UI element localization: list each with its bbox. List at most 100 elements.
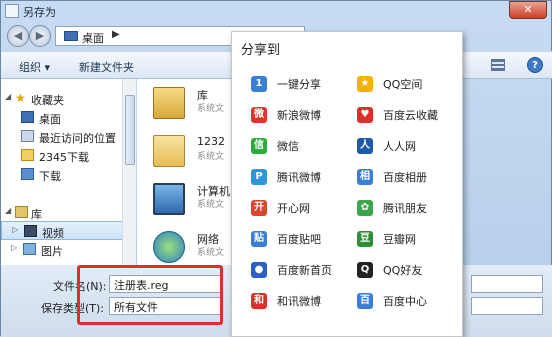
download-icon: [21, 168, 34, 180]
share-popup: 分享到 1 一键分享 ★ QQ空间微新浪微博 ♥ 百度云收藏信微信人人人网 P 腾讯微博相百度…: [231, 31, 463, 337]
douban-icon: 豆: [357, 231, 373, 247]
file-type-select-extension[interactable]: [471, 297, 543, 315]
desktop-icon: [21, 111, 34, 123]
qq-friend-icon: Q: [357, 262, 373, 278]
share-item-one-click-share[interactable]: 1 一键分享: [251, 74, 361, 96]
window-title: 另存为: [23, 6, 56, 19]
share-item-label: 百度云收藏: [383, 109, 438, 122]
star-icon: ★: [15, 91, 26, 105]
picture-icon: [23, 243, 36, 255]
share-item-hexun[interactable]: 和和讯微博: [251, 291, 361, 313]
title-bar: 另存为 ✕: [1, 1, 552, 23]
share-item-tencent-friend[interactable]: ✿ 腾讯朋友: [357, 198, 467, 220]
file-desc: 系统文: [197, 200, 225, 210]
sidebar-item-downloads[interactable]: 下载: [1, 165, 122, 184]
heart-icon: ♥: [357, 107, 373, 123]
sidebar-item-label: 2345下载: [39, 151, 89, 164]
share-item-label: 百度中心: [383, 295, 427, 308]
share-item-tencent-weibo[interactable]: P 腾讯微博: [251, 167, 361, 189]
share-item-label: 百度贴吧: [277, 233, 321, 246]
sidebar-item-desktop[interactable]: 桌面: [1, 108, 122, 127]
share-item-qzone[interactable]: ★ QQ空间: [357, 74, 467, 96]
share-item-label: QQ好友: [383, 264, 423, 277]
wechat-icon: 信: [251, 138, 267, 154]
share-item-label: 一键分享: [277, 78, 321, 91]
file-name: 1232: [197, 135, 225, 148]
video-icon: [24, 225, 37, 237]
desktop-icon: [64, 31, 78, 41]
highlight-box: [77, 265, 223, 325]
sidebar-item-favorites[interactable]: ◢ ★ 收藏夹: [1, 89, 122, 108]
kaixin-icon: 开: [251, 200, 267, 216]
file-desc: 系统文: [197, 248, 225, 258]
share-item-qq-friend[interactable]: Q QQ好友: [357, 260, 467, 282]
library-icon: [15, 206, 28, 218]
sidebar-item-libraries[interactable]: ◢ 库: [1, 203, 122, 222]
scrollbar-thumb[interactable]: [125, 95, 135, 165]
share-item-heart[interactable]: ♥ 百度云收藏: [357, 105, 467, 127]
share-item-label: 人人网: [383, 140, 416, 153]
share-item-baidu-center[interactable]: 百百度中心: [357, 291, 467, 313]
sidebar-item-label: 最近访问的位置: [39, 132, 116, 145]
share-item-douban[interactable]: 豆豆瓣网: [357, 229, 467, 251]
close-button[interactable]: ✕: [509, 1, 547, 19]
view-options-icon[interactable]: [491, 59, 505, 71]
baidu-album-icon: 相: [357, 169, 373, 185]
baidu-center-icon: 百: [357, 293, 373, 309]
filename-input-extension[interactable]: [471, 275, 543, 293]
expand-icon[interactable]: ◢: [5, 206, 11, 215]
sidebar-scrollbar[interactable]: [122, 79, 136, 265]
help-button[interactable]: ?: [527, 57, 543, 73]
save-as-dialog: 另存为 ✕ ◀ ▶ 桌面 ▶ 组织 ▾ 新建文件夹 ? ◢ ★ 收藏夹 桌面 最…: [0, 0, 552, 337]
share-item-label: 百度新首页: [277, 264, 332, 277]
sidebar-item-label: 视频: [42, 227, 64, 240]
paw-icon: ●: [251, 262, 267, 278]
share-item-label: 微信: [277, 140, 299, 153]
share-item-renren[interactable]: 人人人网: [357, 136, 467, 158]
share-item-wechat[interactable]: 信微信: [251, 136, 361, 158]
share-item-baidu-album[interactable]: 相百度相册: [357, 167, 467, 189]
user-icon: [153, 135, 185, 167]
list-item[interactable]: 网络 系统文: [137, 227, 235, 265]
share-item-label: 腾讯微博: [277, 171, 321, 184]
share-item-label: 开心网: [277, 202, 310, 215]
sidebar-item-pictures[interactable]: ▷ 图片: [1, 240, 122, 259]
address-chevron-icon[interactable]: ▶: [112, 29, 120, 40]
one-click-share-icon: 1: [251, 76, 267, 92]
file-desc: 系统文: [197, 104, 225, 114]
list-item[interactable]: 库 系统文: [137, 83, 235, 127]
organize-button[interactable]: 组织 ▾: [19, 59, 50, 75]
share-item-label: 和讯微博: [277, 295, 321, 308]
back-button[interactable]: ◀: [7, 25, 29, 47]
sidebar-item-recent[interactable]: 最近访问的位置: [1, 127, 122, 146]
sidebar-item-label: 库: [31, 208, 42, 221]
library-icon: [153, 87, 185, 119]
share-item-sina-weibo[interactable]: 微新浪微博: [251, 105, 361, 127]
sidebar-item-videos[interactable]: ▷ 视频: [1, 221, 122, 240]
sidebar-item-label: 桌面: [39, 113, 61, 126]
sidebar-item-label: 收藏夹: [31, 94, 64, 107]
tencent-weibo-icon: P: [251, 169, 267, 185]
share-title: 分享到: [241, 43, 281, 58]
share-item-tieba[interactable]: 贴百度贴吧: [251, 229, 361, 251]
sidebar-item-label: 下载: [39, 170, 61, 183]
recent-icon: [21, 130, 34, 142]
sina-weibo-icon: 微: [251, 107, 267, 123]
file-desc: 系统文: [197, 152, 225, 162]
list-item[interactable]: 1232 系统文: [137, 131, 235, 175]
tencent-friend-icon: ✿: [357, 200, 373, 216]
share-item-label: QQ空间: [383, 78, 423, 91]
file-list: 库 系统文 1232 系统文 计算机 系统文 网络 系统文: [137, 79, 235, 265]
forward-button[interactable]: ▶: [29, 25, 51, 47]
list-item[interactable]: 计算机 系统文: [137, 179, 235, 223]
sidebar-item-2345-download[interactable]: 2345下载: [1, 146, 122, 165]
share-item-paw[interactable]: ● 百度新首页: [251, 260, 361, 282]
folder-icon: [21, 149, 34, 161]
expand-icon[interactable]: ◢: [5, 92, 11, 101]
expand-icon[interactable]: ▷: [11, 243, 17, 252]
share-item-label: 腾讯朋友: [383, 202, 427, 215]
expand-icon[interactable]: ▷: [12, 225, 18, 234]
new-folder-button[interactable]: 新建文件夹: [79, 59, 134, 75]
renren-icon: 人: [357, 138, 373, 154]
share-item-kaixin[interactable]: 开开心网: [251, 198, 361, 220]
